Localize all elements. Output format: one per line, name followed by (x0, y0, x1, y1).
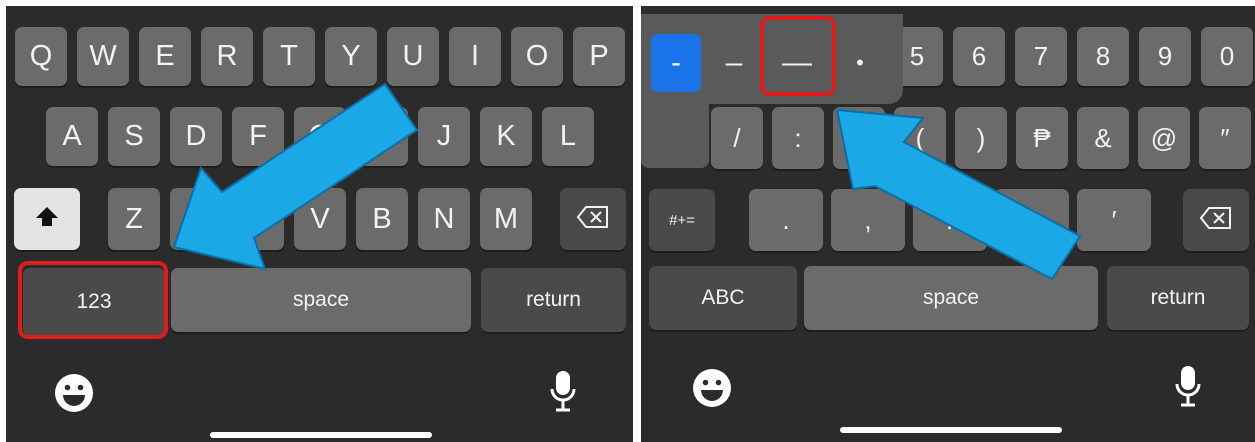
key-ampersand[interactable]: & (1077, 107, 1129, 169)
key-8[interactable]: 8 (1077, 27, 1129, 86)
microphone-button[interactable] (548, 370, 578, 418)
left-keyboard-panel: Q W E R T Y U I O P A S D F G H J K L Z … (6, 6, 633, 442)
key-g[interactable]: G (294, 107, 346, 166)
delete-icon (576, 205, 610, 234)
key-d[interactable]: D (170, 107, 222, 166)
key-b[interactable]: B (356, 188, 408, 250)
key-y[interactable]: Y (325, 27, 377, 86)
key-exclamation[interactable]: ! (995, 189, 1069, 251)
key-open-paren[interactable]: ( (894, 107, 946, 169)
key-p[interactable]: P (573, 27, 625, 86)
delete-key[interactable] (560, 188, 626, 250)
microphone-icon (1174, 364, 1202, 415)
key-a[interactable]: A (46, 107, 98, 166)
emoji-icon (691, 367, 733, 414)
home-indicator (840, 427, 1062, 433)
key-at[interactable]: @ (1138, 107, 1190, 169)
key-7[interactable]: 7 (1015, 27, 1067, 86)
key-l[interactable]: L (542, 107, 594, 166)
key-9[interactable]: 9 (1139, 27, 1191, 86)
key-e[interactable]: E (139, 27, 191, 86)
dash-options-popup: - – — • (641, 14, 903, 104)
microphone-icon (549, 369, 577, 420)
popup-option-en-dash[interactable]: – (709, 34, 759, 92)
key-f[interactable]: F (232, 107, 284, 166)
key-m[interactable]: M (480, 188, 532, 250)
emoji-button[interactable] (51, 372, 97, 418)
key-i[interactable]: I (449, 27, 501, 86)
space-key[interactable]: space (171, 268, 471, 332)
key-t[interactable]: T (263, 27, 315, 86)
home-indicator (210, 432, 432, 438)
key-0[interactable]: 0 (1201, 27, 1253, 86)
space-key[interactable]: space (804, 266, 1098, 330)
symbols-key[interactable]: #+= (649, 189, 715, 251)
key-period[interactable]: . (749, 189, 823, 251)
key-n[interactable]: N (418, 188, 470, 250)
microphone-button[interactable] (1173, 365, 1203, 413)
popup-option-hyphen[interactable]: - (651, 34, 701, 92)
right-keyboard-panel: 5 6 7 8 9 0 / : ; ( ) ₱ & @ ″ #+= . , ? … (641, 6, 1255, 442)
key-x[interactable]: X (170, 188, 222, 250)
key-comma[interactable]: , (831, 189, 905, 251)
key-o[interactable]: O (511, 27, 563, 86)
key-close-paren[interactable]: ) (955, 107, 1007, 169)
key-6[interactable]: 6 (953, 27, 1005, 86)
dash-key-pressed (641, 102, 709, 168)
key-colon[interactable]: : (772, 107, 824, 169)
key-h[interactable]: H (356, 107, 408, 166)
key-j[interactable]: J (418, 107, 470, 166)
key-question[interactable]: ? (913, 189, 987, 251)
return-key[interactable]: return (481, 268, 626, 332)
key-k[interactable]: K (480, 107, 532, 166)
key-semicolon[interactable]: ; (833, 107, 885, 169)
key-double-quote[interactable]: ″ (1199, 107, 1251, 169)
delete-icon (1199, 206, 1233, 235)
popup-option-em-dash[interactable]: — (765, 34, 829, 92)
key-c[interactable]: C (232, 188, 284, 250)
popup-option-bullet[interactable]: • (835, 34, 885, 92)
key-peso[interactable]: ₱ (1016, 107, 1068, 169)
key-v[interactable]: V (294, 188, 346, 250)
key-z[interactable]: Z (108, 188, 160, 250)
key-apostrophe[interactable]: ′ (1077, 189, 1151, 251)
key-w[interactable]: W (77, 27, 129, 86)
numbers-key[interactable]: 123 (23, 268, 165, 336)
shift-icon (34, 204, 60, 235)
return-key[interactable]: return (1107, 266, 1249, 330)
emoji-icon (53, 372, 95, 419)
key-r[interactable]: R (201, 27, 253, 86)
shift-key[interactable] (14, 188, 80, 250)
key-s[interactable]: S (108, 107, 160, 166)
key-slash[interactable]: / (711, 107, 763, 169)
key-u[interactable]: U (387, 27, 439, 86)
delete-key[interactable] (1183, 189, 1249, 251)
abc-key[interactable]: ABC (649, 266, 797, 330)
emoji-button[interactable] (689, 367, 735, 413)
key-q[interactable]: Q (15, 27, 67, 86)
